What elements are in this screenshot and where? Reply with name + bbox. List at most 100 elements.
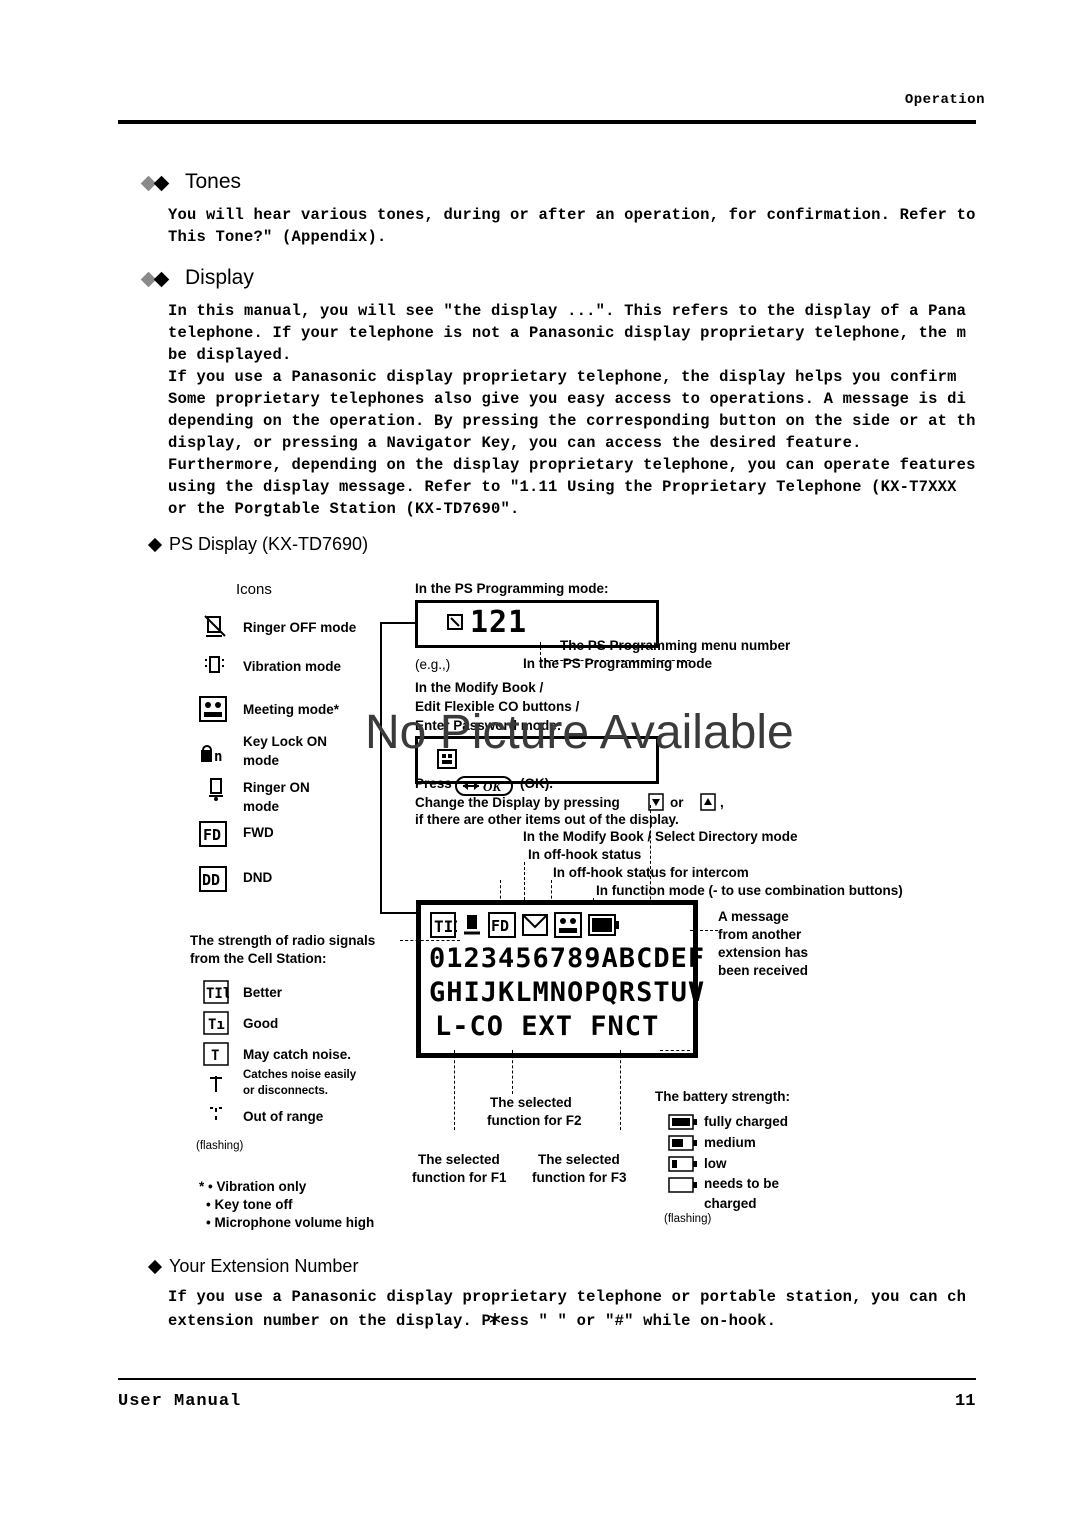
ringer-on-label-2: mode xyxy=(243,799,280,814)
leader-f1 xyxy=(454,1050,455,1130)
f1-label-2: function for F1 xyxy=(412,1170,507,1185)
display-p1-line3: be displayed. xyxy=(168,346,292,364)
dnd-label: DND xyxy=(243,870,273,885)
svg-text:FD: FD xyxy=(491,917,509,935)
vibration-label: Vibration mode xyxy=(243,659,342,674)
battery-empty-label-1: needs to be xyxy=(704,1176,780,1191)
lcd-status-icon-row: TII FD xyxy=(429,911,621,939)
callout-in-prog-mode: In the PS Programming mode xyxy=(523,656,713,671)
signal-good-label: Good xyxy=(243,1016,279,1031)
svg-text:OK: OK xyxy=(483,779,502,794)
ringer-off-label: Ringer OFF mode xyxy=(243,620,357,635)
change-display-label-1: Change the Display by pressing xyxy=(415,795,620,810)
signal-catches-noise-label-1: Catches noise easily xyxy=(243,1069,357,1081)
battery-empty-label-2: charged xyxy=(704,1196,757,1211)
ringer-on-label: Ringer ON xyxy=(243,780,310,795)
press-ok-label-a: Press xyxy=(415,776,452,791)
flashing-note-2: (flashing) xyxy=(664,1213,712,1225)
lcd-signal-icon: TII xyxy=(430,912,457,938)
tones-paragraph-line1: You will hear various tones, during or a… xyxy=(168,206,976,224)
f3-label-1: The selected xyxy=(538,1152,620,1167)
leader-signal xyxy=(400,940,460,941)
ps-programming-mode-title: In the PS Programming mode: xyxy=(415,581,609,596)
lcd-battery-icon xyxy=(588,914,619,936)
svg-text:DD: DD xyxy=(202,871,220,889)
icons-bracket-top xyxy=(380,622,416,624)
display-p1-line2: telephone. If your telephone is not a Pa… xyxy=(168,324,967,342)
lcd-main-panel: TII FD 0123456789ABCDEF GHIJKLMNOPQRSTUV… xyxy=(416,900,704,1058)
key-lock-label-2: mode xyxy=(243,753,280,768)
meeting-mode-icon xyxy=(199,696,227,727)
ringer-off-icon xyxy=(203,614,227,645)
message-received-label-3: extension has xyxy=(718,945,809,960)
battery-empty-icon xyxy=(668,1175,698,1200)
lcd-text-line-1: 0123456789ABCDEF xyxy=(429,943,706,974)
solid-diamond-icon xyxy=(147,537,163,553)
icons-bracket-vertical xyxy=(380,622,382,914)
lcd-menu-number: 121 xyxy=(470,605,528,640)
change-display-label-4: if there are other items out of the disp… xyxy=(415,812,679,827)
leader-f3 xyxy=(620,1050,621,1130)
lcd-ringer-icon xyxy=(464,915,480,935)
tones-bullet-icon xyxy=(140,175,170,194)
page-header-section: Operation xyxy=(904,92,985,108)
display-p1-line1: In this manual, you will see "the displa… xyxy=(168,302,967,320)
press-ok-label-b: (OK). xyxy=(520,776,553,791)
function-mode-label: In function mode (- to use combination b… xyxy=(596,883,903,898)
signal-catches-noise-icon xyxy=(203,1072,229,1101)
footnote-mic-volume-high: • Microphone volume high xyxy=(206,1215,375,1230)
extension-subheading: Your Extension Number xyxy=(147,1256,359,1277)
footer-divider xyxy=(118,1378,976,1380)
svg-text:n: n xyxy=(214,749,222,765)
meeting-mode-label: Meeting mode* xyxy=(243,702,340,717)
svg-text:TII: TII xyxy=(434,917,457,936)
extension-paragraph-line2: extension number on the display. Press "… xyxy=(168,1312,777,1330)
extension-paragraph-line1: If you use a Panasonic display proprieta… xyxy=(168,1288,967,1306)
asterisk-key-icon xyxy=(487,1310,503,1333)
f1-label-1: The selected xyxy=(418,1152,500,1167)
fwd-icon: FD xyxy=(199,821,227,852)
svg-text:TIl: TIl xyxy=(206,986,229,1002)
navigator-up-icon[interactable] xyxy=(700,793,716,816)
signal-out-of-range-icon xyxy=(203,1102,229,1131)
display-p4-line2: using the display message. Refer to "1.1… xyxy=(168,478,957,496)
change-display-label-2: or xyxy=(670,795,684,810)
ringer-on-icon xyxy=(205,776,227,807)
footer-manual-title: User Manual xyxy=(118,1392,242,1411)
signal-better-icon: TIl xyxy=(203,980,231,1009)
lcd-prog-icon xyxy=(446,613,464,630)
svg-text:Tı: Tı xyxy=(208,1017,225,1033)
vibration-icon xyxy=(203,653,227,684)
header-divider xyxy=(118,120,976,124)
leader-battery xyxy=(660,1050,690,1051)
icons-bracket-bottom xyxy=(380,912,416,914)
modify-book-label: In the Modify Book / xyxy=(415,680,544,695)
battery-medium-label: medium xyxy=(704,1135,756,1150)
signal-strength-title-2: from the Cell Station: xyxy=(190,951,327,966)
flashing-note-1: (flashing) xyxy=(196,1140,244,1152)
display-bullet-icon xyxy=(140,271,170,290)
message-received-label-2: from another xyxy=(718,927,802,942)
select-directory-label: In the Modify Book / Select Directory mo… xyxy=(523,829,798,844)
signal-may-catch-noise-icon: T xyxy=(203,1042,229,1071)
signal-out-of-range-label: Out of range xyxy=(243,1109,324,1124)
lcd-fwd-icon: FD xyxy=(488,912,516,938)
lcd-meeting-icon xyxy=(554,912,582,938)
footnote-vibration-only: * • Vibration only xyxy=(199,1179,307,1194)
footnote-key-tone-off: • Key tone off xyxy=(206,1197,293,1212)
offhook-label: In off-hook status xyxy=(528,847,642,862)
extension-subheading-label: Your Extension Number xyxy=(169,1256,359,1276)
signal-better-label: Better xyxy=(243,985,283,1000)
message-received-label-1: A message xyxy=(718,909,789,924)
signal-strength-title-1: The strength of radio signals xyxy=(190,933,376,948)
leader-message xyxy=(690,930,718,931)
f2-label-1: The selected xyxy=(490,1095,572,1110)
message-received-label-4: been received xyxy=(718,963,809,978)
display-p3-line1: Some proprietary telephones also give yo… xyxy=(168,390,967,408)
signal-may-catch-noise-label: May catch noise. xyxy=(243,1047,352,1062)
signal-catches-noise-label-2: or disconnects. xyxy=(243,1085,328,1097)
display-p2-line1: If you use a Panasonic display proprieta… xyxy=(168,368,957,386)
battery-full-label: fully charged xyxy=(704,1114,789,1129)
display-p3-line2: depending on the operation. By pressing … xyxy=(168,412,976,430)
ps-display-subheading-label: PS Display (KX-TD7690) xyxy=(169,534,369,554)
